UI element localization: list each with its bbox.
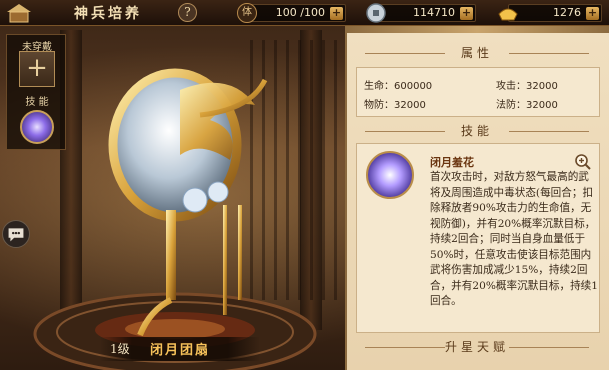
attr-magic-defense: 法防：32000 — [496, 100, 558, 111]
gold-counter: 1276 + — [498, 4, 602, 22]
stamina-value: 100 /100 — [275, 6, 325, 19]
page-title: 神兵培养 — [74, 6, 142, 22]
add-gold-button[interactable]: + — [586, 7, 599, 20]
weapon-level: 1级 — [110, 342, 130, 356]
zoom-in-icon[interactable] — [574, 153, 592, 171]
weapon-fan-art[interactable] — [80, 60, 300, 340]
lotus-skill-icon[interactable] — [20, 110, 54, 144]
gold-value: 1276 — [553, 6, 581, 19]
weapon-name: 闭月团扇 — [150, 343, 211, 358]
skill-header: 技能 — [345, 120, 609, 142]
home-icon[interactable] — [4, 2, 34, 24]
attr-physical-defense: 物防：32000 — [364, 100, 426, 111]
silver-counter: 114710 + — [366, 3, 476, 23]
skill-label: 技 能 — [25, 97, 49, 108]
chat-bubble-icon[interactable] — [2, 220, 30, 248]
stamina-counter: 体 100 /100 + — [237, 3, 346, 23]
add-silver-button[interactable]: + — [460, 7, 473, 20]
skill-name: 闭月羞花 — [430, 156, 474, 169]
silver-value: 114710 — [413, 6, 455, 19]
plus-icon: + — [26, 53, 48, 83]
help-button[interactable]: ? — [178, 3, 197, 22]
skill-description: 首次攻击时，对敌方怒气最高的武将及周围造成中毒状态(每回合；扣除释放者90%攻击… — [430, 171, 599, 307]
attributes-header: 属性 — [345, 42, 609, 64]
lotus-skill-big-icon[interactable] — [366, 151, 414, 199]
attr-attack: 攻击：32000 — [496, 81, 558, 92]
equip-slot-button[interactable]: + — [19, 51, 55, 87]
equip-panel: 未穿戴 + 技 能 — [6, 34, 66, 150]
talent-header[interactable]: 升星天赋 — [345, 336, 609, 358]
gold-ingot-icon — [498, 8, 518, 21]
top-bar: 神兵培养 ? 体 100 /100 + 114710 + 1276 + — [0, 0, 609, 26]
silver-coin-icon — [366, 3, 386, 23]
add-stamina-button[interactable]: + — [330, 7, 343, 20]
attr-hp: 生命：600000 — [364, 81, 433, 92]
stamina-icon: 体 — [237, 3, 257, 23]
